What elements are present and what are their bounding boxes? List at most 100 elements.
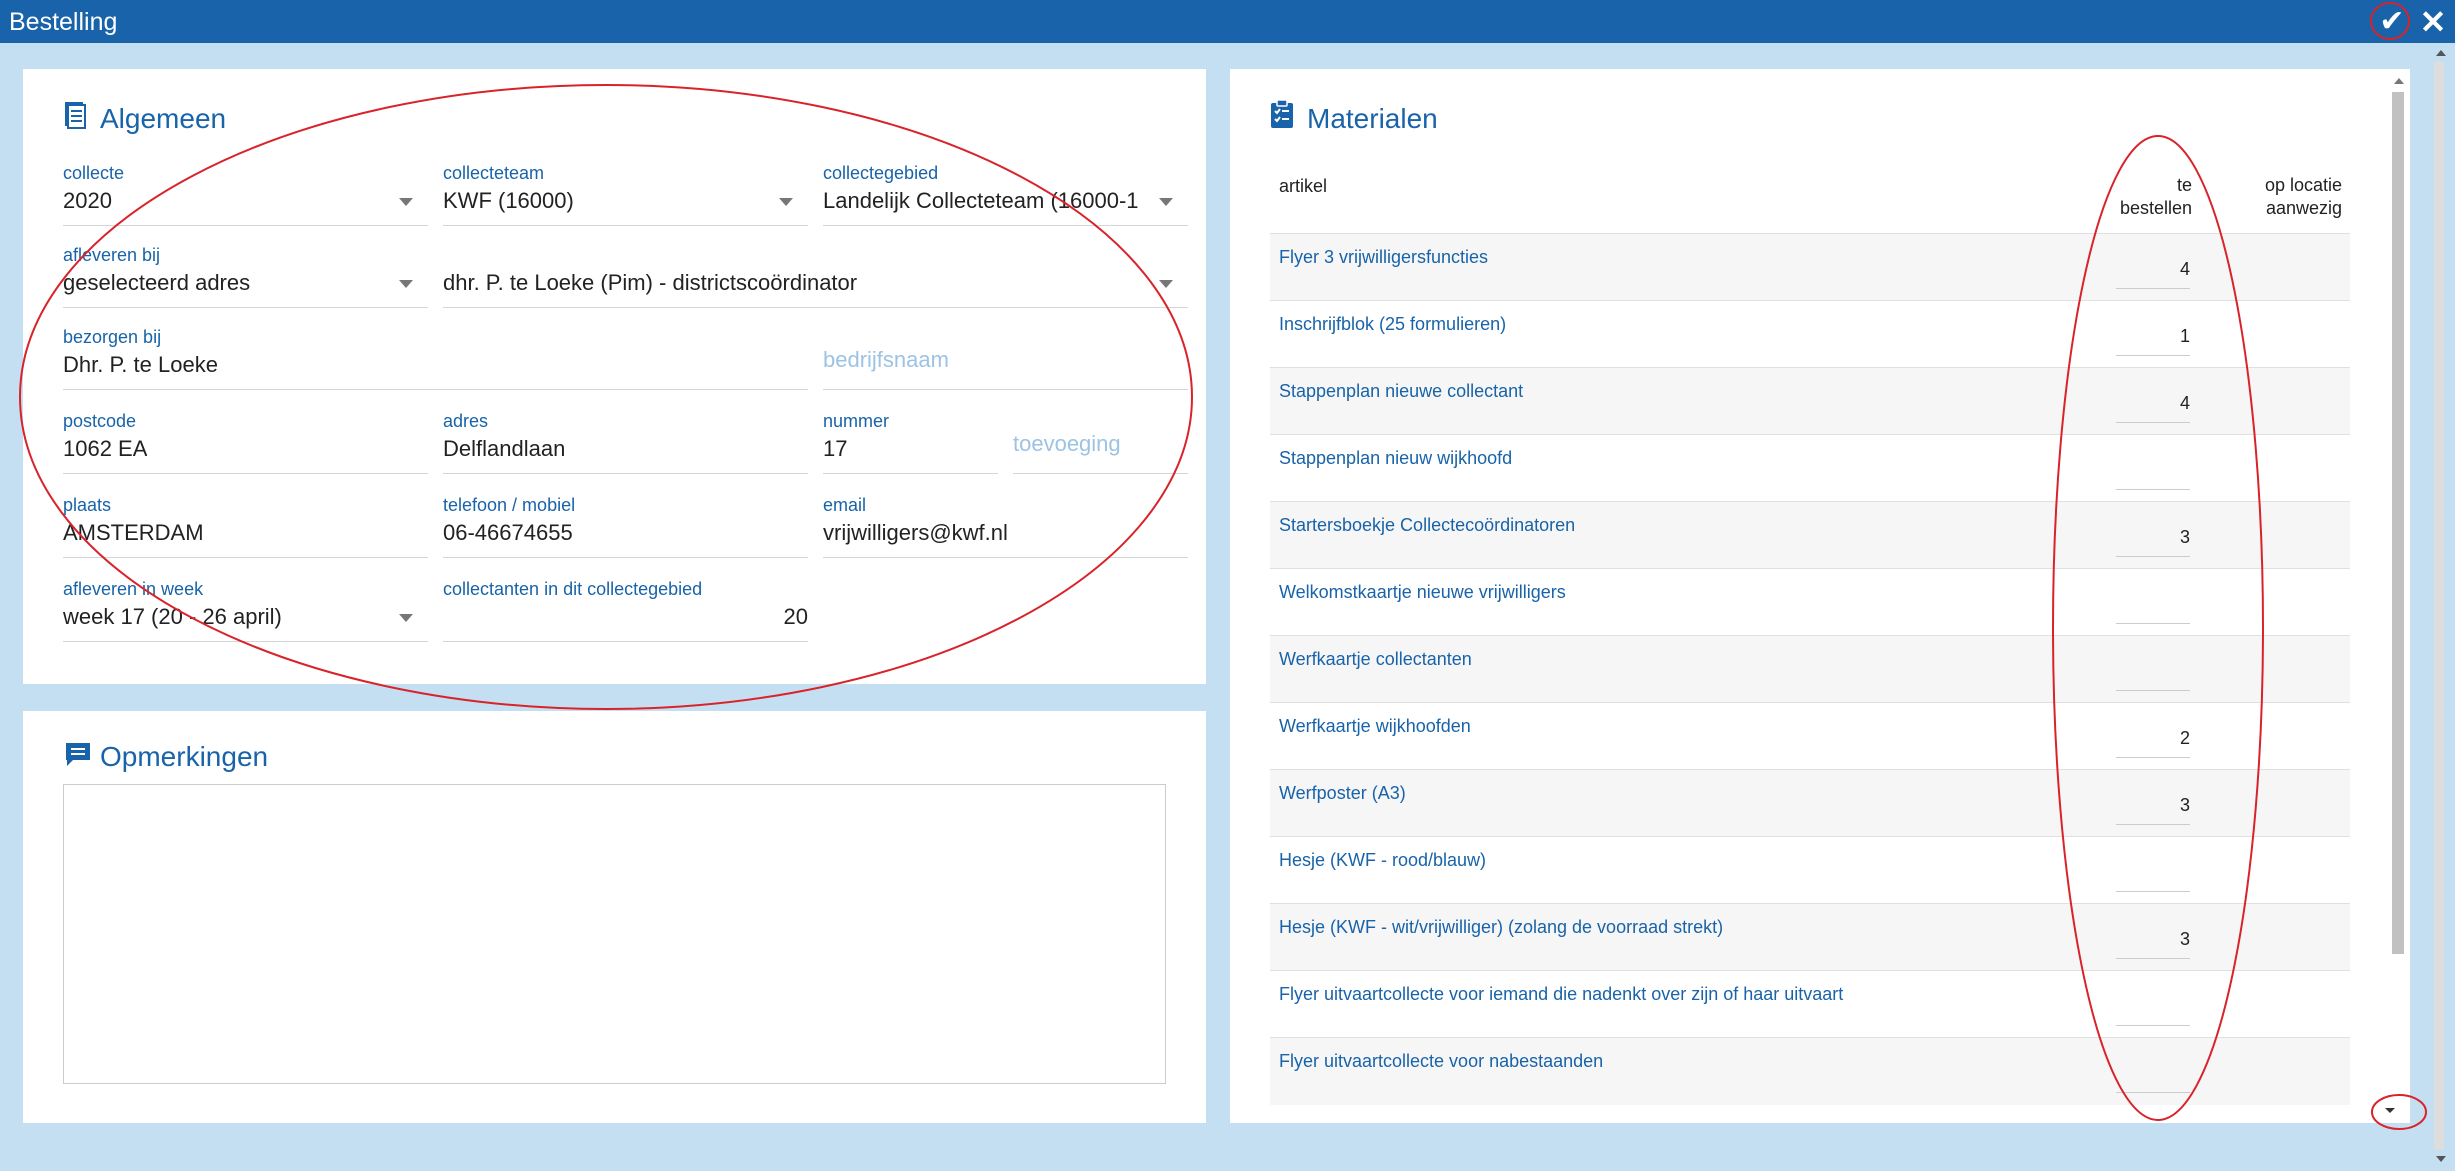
check-icon[interactable]: ✔ xyxy=(2374,4,2410,40)
column-header-op-locatie: op locatie aanwezig xyxy=(2230,174,2342,220)
field-label: email xyxy=(823,495,867,515)
bezorgen-bij-field[interactable]: bezorgen bij Dhr. P. te Loeke xyxy=(63,327,808,390)
table-row: Flyer uitvaartcollecte voor iemand die n… xyxy=(1270,970,2350,1038)
material-name-link[interactable]: Startersboekje Collectecoördinatoren xyxy=(1279,515,1575,536)
field-label: collecteteam xyxy=(443,163,545,183)
field-label: telefoon / mobiel xyxy=(443,495,576,515)
chevron-down-icon[interactable] xyxy=(1159,280,1173,288)
chevron-down-icon[interactable] xyxy=(399,198,413,206)
quantity-input[interactable] xyxy=(2116,582,2190,624)
quantity-input[interactable]: 3 xyxy=(2116,515,2190,557)
quantity-input[interactable] xyxy=(2116,649,2190,691)
clipboard-check-icon xyxy=(1271,99,1293,128)
material-name-link[interactable]: Werfkaartje wijkhoofden xyxy=(1279,716,1471,737)
column-header-te-bestellen: te bestellen xyxy=(2100,174,2192,220)
header-line: te xyxy=(2176,175,2192,195)
plaats-field[interactable]: plaats AMSTERDAM xyxy=(63,495,428,558)
toevoeging-field[interactable]: toevoeging xyxy=(1013,411,1188,474)
scroll-up-icon[interactable] xyxy=(2394,78,2404,84)
bedrijfsnaam-field[interactable]: bedrijfsnaam xyxy=(823,327,1188,390)
table-row: Stappenplan nieuw wijkhoofd xyxy=(1270,434,2350,502)
field-value: Landelijk Collecteteam (16000-1 xyxy=(823,188,1139,213)
material-name-link[interactable]: Flyer uitvaartcollecte voor nabestaanden xyxy=(1279,1051,1603,1072)
field-placeholder: bedrijfsnaam xyxy=(823,347,949,372)
comment-icon xyxy=(66,743,90,766)
afleveren-bij-select[interactable]: afleveren bij geselecteerd adres xyxy=(63,245,428,308)
quantity-input[interactable] xyxy=(2116,984,2190,1026)
material-name-link[interactable]: Flyer 3 vrijwilligersfuncties xyxy=(1279,247,1488,268)
scroll-down-button[interactable] xyxy=(2377,1097,2403,1123)
opmerkingen-textarea[interactable] xyxy=(63,784,1166,1084)
field-value: dhr. P. te Loeke (Pim) - districtscoördi… xyxy=(443,270,858,295)
adres-field[interactable]: adres Delflandlaan xyxy=(443,411,808,474)
nummer-field[interactable]: nummer 17 xyxy=(823,411,998,474)
field-label: collecte xyxy=(63,163,125,183)
document-icon xyxy=(65,102,86,129)
table-row: Werfkaartje collectanten xyxy=(1270,635,2350,703)
field-label: afleveren in week xyxy=(63,579,204,599)
caret-down-icon xyxy=(2385,1108,2395,1113)
telefoon-field[interactable]: telefoon / mobiel 06-46674655 xyxy=(443,495,808,558)
page-scrollbar-thumb[interactable] xyxy=(2434,62,2444,1150)
material-name-link[interactable]: Hesje (KWF - wit/vrijwilliger) (zolang d… xyxy=(1279,917,1723,938)
collecteteam-select[interactable]: collecteteam KWF (16000) xyxy=(443,163,808,226)
field-value: 2020 xyxy=(63,188,112,213)
field-label: adres xyxy=(443,411,489,431)
field-value: 17 xyxy=(823,436,848,461)
postcode-field[interactable]: postcode 1062 EA xyxy=(63,411,428,474)
collectanten-field[interactable]: collectanten in dit collectegebied 20 xyxy=(443,579,808,642)
chevron-down-icon[interactable] xyxy=(1159,198,1173,206)
collectegebied-select[interactable]: collectegebied Landelijk Collecteteam (1… xyxy=(823,163,1188,226)
field-value: 1062 EA xyxy=(63,436,148,461)
quantity-input[interactable]: 4 xyxy=(2116,247,2190,289)
field-value: Dhr. P. te Loeke xyxy=(63,352,218,377)
quantity-input[interactable]: 1 xyxy=(2116,314,2190,356)
material-name-link[interactable]: Inschrijfblok (25 formulieren) xyxy=(1279,314,1506,335)
panel-title-algemeen: Algemeen xyxy=(100,103,227,134)
quantity-input[interactable] xyxy=(2116,850,2190,892)
quantity-input[interactable]: 4 xyxy=(2116,381,2190,423)
contact-select[interactable]: dhr. P. te Loeke (Pim) - districtscoördi… xyxy=(443,245,1188,308)
field-value: KWF (16000) xyxy=(443,188,574,213)
quantity-input[interactable]: 3 xyxy=(2116,917,2190,959)
window-title: Bestelling xyxy=(9,8,118,36)
table-row: Startersboekje Collectecoördinatoren 3 xyxy=(1270,501,2350,569)
quantity-input[interactable] xyxy=(2116,1051,2190,1093)
scroll-down-icon[interactable] xyxy=(2436,1156,2446,1162)
afleveren-week-select[interactable]: afleveren in week week 17 (20 - 26 april… xyxy=(63,579,428,642)
material-name-link[interactable]: Hesje (KWF - rood/blauw) xyxy=(1279,850,1486,871)
table-row: Welkomstkaartje nieuwe vrijwilligers xyxy=(1270,568,2350,636)
table-row: Hesje (KWF - rood/blauw) xyxy=(1270,836,2350,904)
header-line: aanwezig xyxy=(2265,198,2342,218)
close-icon[interactable]: ✕ xyxy=(2418,4,2448,40)
chevron-down-icon[interactable] xyxy=(399,614,413,622)
collecte-select[interactable]: collecte 2020 xyxy=(63,163,428,226)
field-value: 06-46674655 xyxy=(443,520,573,545)
scroll-up-icon[interactable] xyxy=(2436,50,2446,56)
table-row: Stappenplan nieuwe collectant 4 xyxy=(1270,367,2350,435)
material-name-link[interactable]: Werfposter (A3) xyxy=(1279,783,1406,804)
chevron-down-icon[interactable] xyxy=(779,198,793,206)
field-label: collectegebied xyxy=(823,163,939,183)
quantity-input[interactable] xyxy=(2116,448,2190,490)
material-name-link[interactable]: Flyer uitvaartcollecte voor iemand die n… xyxy=(1279,984,1843,1005)
table-row: Werfkaartje wijkhoofden 2 xyxy=(1270,702,2350,770)
quantity-input[interactable]: 3 xyxy=(2116,783,2190,825)
chevron-down-icon[interactable] xyxy=(399,280,413,288)
material-name-link[interactable]: Welkomstkaartje nieuwe vrijwilligers xyxy=(1279,582,1566,603)
email-field[interactable]: email vrijwilligers@kwf.nl xyxy=(823,495,1188,558)
material-name-link[interactable]: Stappenplan nieuw wijkhoofd xyxy=(1279,448,1512,469)
field-value: 20 xyxy=(783,604,808,629)
field-label: nummer xyxy=(823,411,890,431)
table-row: Flyer uitvaartcollecte voor nabestaanden xyxy=(1270,1037,2350,1105)
column-header-artikel: artikel xyxy=(1279,176,1328,196)
material-name-link[interactable]: Werfkaartje collectanten xyxy=(1279,649,1472,670)
material-name-link[interactable]: Stappenplan nieuwe collectant xyxy=(1279,381,1523,402)
table-row: Werfposter (A3) 3 xyxy=(1270,769,2350,837)
scrollbar-thumb[interactable] xyxy=(2392,92,2404,954)
algemeen-panel: Algemeen collecte 2020 collecteteam KWF … xyxy=(23,69,1206,684)
field-label: postcode xyxy=(63,411,137,431)
quantity-input[interactable]: 2 xyxy=(2116,716,2190,758)
field-value: AMSTERDAM xyxy=(63,520,204,545)
field-label: bezorgen bij xyxy=(63,327,162,347)
